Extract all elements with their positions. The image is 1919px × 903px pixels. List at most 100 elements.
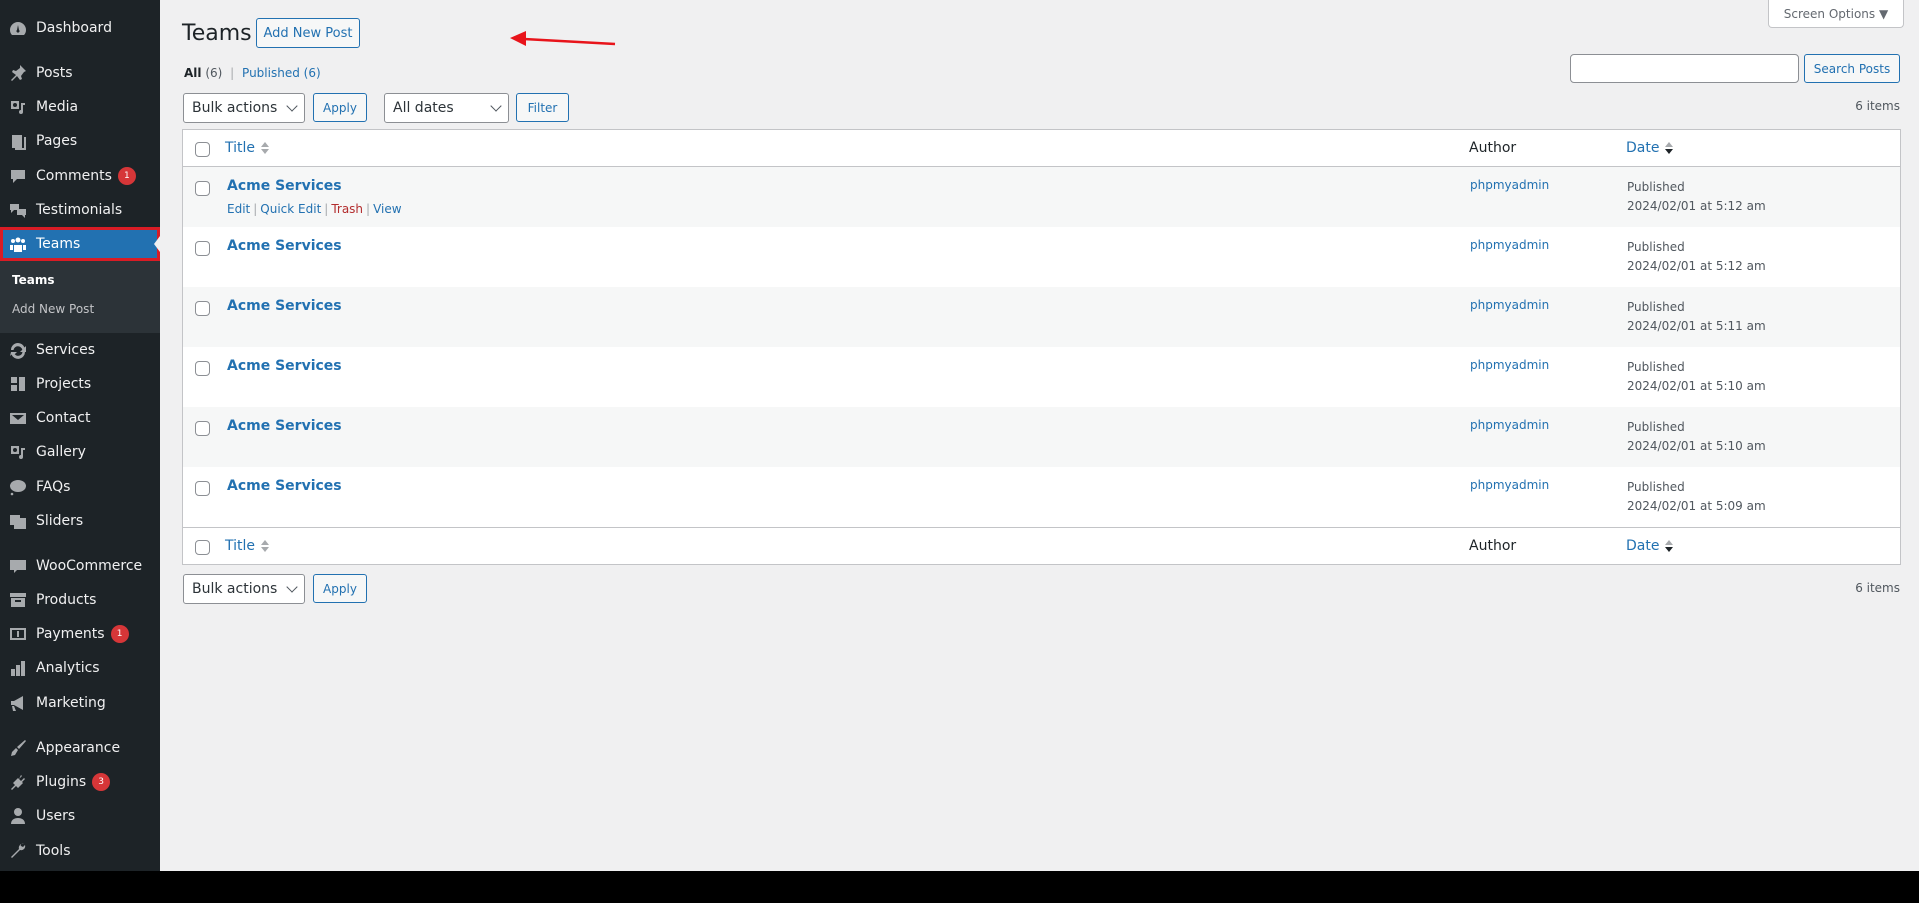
sidebar-item-payments[interactable]: Payments 1 [0, 617, 160, 651]
author-link[interactable]: phpmyadmin [1470, 418, 1549, 432]
view-link[interactable]: View [373, 202, 401, 216]
post-datetime: 2024/02/01 at 5:09 am [1627, 499, 1766, 513]
sidebar-item-pages[interactable]: Pages [0, 124, 160, 158]
date-filter-select[interactable]: All dates [384, 93, 509, 123]
sidebar-item-contact[interactable]: Contact [0, 401, 160, 435]
sidebar-item-products[interactable]: Products [0, 583, 160, 617]
sidebar-item-label: Services [36, 342, 96, 358]
sort-desc-icon [1665, 142, 1674, 154]
apply-button-bottom[interactable]: Apply [313, 574, 367, 603]
sidebar-item-marketing[interactable]: Marketing [0, 686, 160, 720]
sidebar-item-users[interactable]: Users [0, 799, 160, 833]
post-title-link[interactable]: Acme Services [227, 358, 342, 374]
post-date: Published 2024/02/01 at 5:12 am [1627, 238, 1766, 276]
sidebar-item-label: WooCommerce [36, 558, 143, 574]
post-date: Published 2024/02/01 at 5:10 am [1627, 358, 1766, 396]
column-title-sort[interactable]: Title [225, 140, 270, 156]
sidebar-item-tools[interactable]: Tools [0, 834, 160, 868]
table-footer: Title Author Date [183, 527, 1900, 564]
author-link[interactable]: phpmyadmin [1470, 358, 1549, 372]
column-title-sort-footer[interactable]: Title [225, 538, 270, 554]
post-title-link[interactable]: Acme Services [227, 298, 342, 314]
view-all[interactable]: All [184, 66, 202, 80]
search-posts-button[interactable]: Search Posts [1804, 54, 1900, 83]
megaphone-icon [0, 694, 36, 712]
sidebar-item-label: Tools [36, 843, 71, 859]
sidebar-item-woocommerce[interactable]: WooCommerce [0, 549, 160, 583]
sort-icon [261, 540, 270, 552]
bulk-actions-value: Bulk actions [192, 100, 278, 116]
bulk-actions-select-top[interactable]: Bulk actions [183, 93, 305, 123]
screen-bottom-bar [0, 871, 1919, 903]
row-checkbox[interactable] [195, 301, 210, 316]
sidebar-item-testimonials[interactable]: Testimonials [0, 193, 160, 227]
author-link[interactable]: phpmyadmin [1470, 178, 1549, 192]
quick-edit-link[interactable]: Quick Edit [260, 202, 321, 216]
add-new-post-button[interactable]: Add New Post [256, 18, 360, 48]
row-checkbox[interactable] [195, 181, 210, 196]
pages-icon [0, 132, 36, 150]
edit-link[interactable]: Edit [227, 202, 250, 216]
row-checkbox[interactable] [195, 241, 210, 256]
select-all-checkbox[interactable] [195, 142, 210, 157]
view-published[interactable]: Published (6) [242, 66, 321, 80]
sidebar-item-label: Gallery [36, 444, 86, 460]
post-title-link[interactable]: Acme Services [227, 478, 342, 494]
post-status: Published [1627, 480, 1685, 494]
plugin-icon [0, 773, 36, 791]
row-checkbox[interactable] [195, 421, 210, 436]
sidebar-item-label: Testimonials [36, 202, 123, 218]
author-link[interactable]: phpmyadmin [1470, 238, 1549, 252]
sidebar-item-label: Marketing [36, 695, 106, 711]
table-row: Acme Services phpmyadmin Published 2024/02/… [183, 347, 1900, 407]
sidebar-item-label: Projects [36, 376, 92, 392]
sidebar-item-dashboard[interactable]: Dashboard [0, 11, 160, 45]
sidebar-item-label: Appearance [36, 740, 121, 756]
sidebar-item-faqs[interactable]: FAQs [0, 470, 160, 504]
posts-table: Title Author Date Acme Services Edit | Quic… [182, 129, 1901, 565]
sidebar-item-sliders[interactable]: Sliders [0, 504, 160, 538]
apply-button-top[interactable]: Apply [313, 93, 367, 122]
post-datetime: 2024/02/01 at 5:12 am [1627, 259, 1766, 273]
sidebar-item-posts[interactable]: Posts [0, 56, 160, 90]
select-all-checkbox-footer[interactable] [195, 540, 210, 555]
sidebar-item-media[interactable]: Media [0, 90, 160, 124]
search-posts-input[interactable] [1570, 54, 1799, 83]
wp-admin-app: Dashboard Posts Media Pages Comments 1 Testimo… [0, 0, 1919, 871]
table-body: Acme Services Edit | Quick Edit | Trash | View p… [183, 167, 1900, 527]
post-title-link[interactable]: Acme Services [227, 238, 342, 254]
column-date-sort-footer[interactable]: Date [1626, 538, 1674, 554]
trash-link[interactable]: Trash [331, 202, 363, 216]
separator: | [324, 202, 329, 216]
submenu-item-add-new-post[interactable]: Add New Post [12, 302, 94, 316]
author-link[interactable]: phpmyadmin [1470, 298, 1549, 312]
post-status-views: All (6) | Published (6) [184, 66, 321, 80]
post-title-link[interactable]: Acme Services [227, 178, 342, 194]
comment-icon [0, 167, 36, 185]
post-title-link[interactable]: Acme Services [227, 418, 342, 434]
sidebar-item-gallery[interactable]: Gallery [0, 435, 160, 469]
row-checkbox[interactable] [195, 361, 210, 376]
row-checkbox[interactable] [195, 481, 210, 496]
filter-button[interactable]: Filter [516, 93, 569, 122]
bulk-actions-select-bottom[interactable]: Bulk actions [183, 574, 305, 604]
submenu-item-teams[interactable]: Teams [12, 273, 54, 287]
sidebar-item-services[interactable]: Services [0, 333, 160, 367]
sidebar-item-label: Media [36, 99, 79, 115]
sidebar-item-label: FAQs [36, 479, 71, 495]
sidebar-item-teams[interactable]: Teams [0, 227, 160, 261]
table-row: Acme Services phpmyadmin Published 2024/02/… [183, 407, 1900, 467]
sidebar-item-label: Posts [36, 65, 73, 81]
sort-desc-icon [1665, 540, 1674, 552]
sort-icon [261, 142, 270, 154]
sidebar-item-label: Users [36, 808, 76, 824]
author-link[interactable]: phpmyadmin [1470, 478, 1549, 492]
screen-options-button[interactable]: Screen Options ▼ [1768, 0, 1904, 28]
sidebar-item-plugins[interactable]: Plugins 3 [0, 765, 160, 799]
sidebar-item-appearance[interactable]: Appearance [0, 731, 160, 765]
sidebar-item-projects[interactable]: Projects [0, 367, 160, 401]
column-date-sort[interactable]: Date [1626, 140, 1674, 156]
sidebar-item-analytics[interactable]: Analytics [0, 651, 160, 685]
sidebar-item-comments[interactable]: Comments 1 [0, 159, 160, 193]
chart-bar-icon [0, 659, 36, 677]
